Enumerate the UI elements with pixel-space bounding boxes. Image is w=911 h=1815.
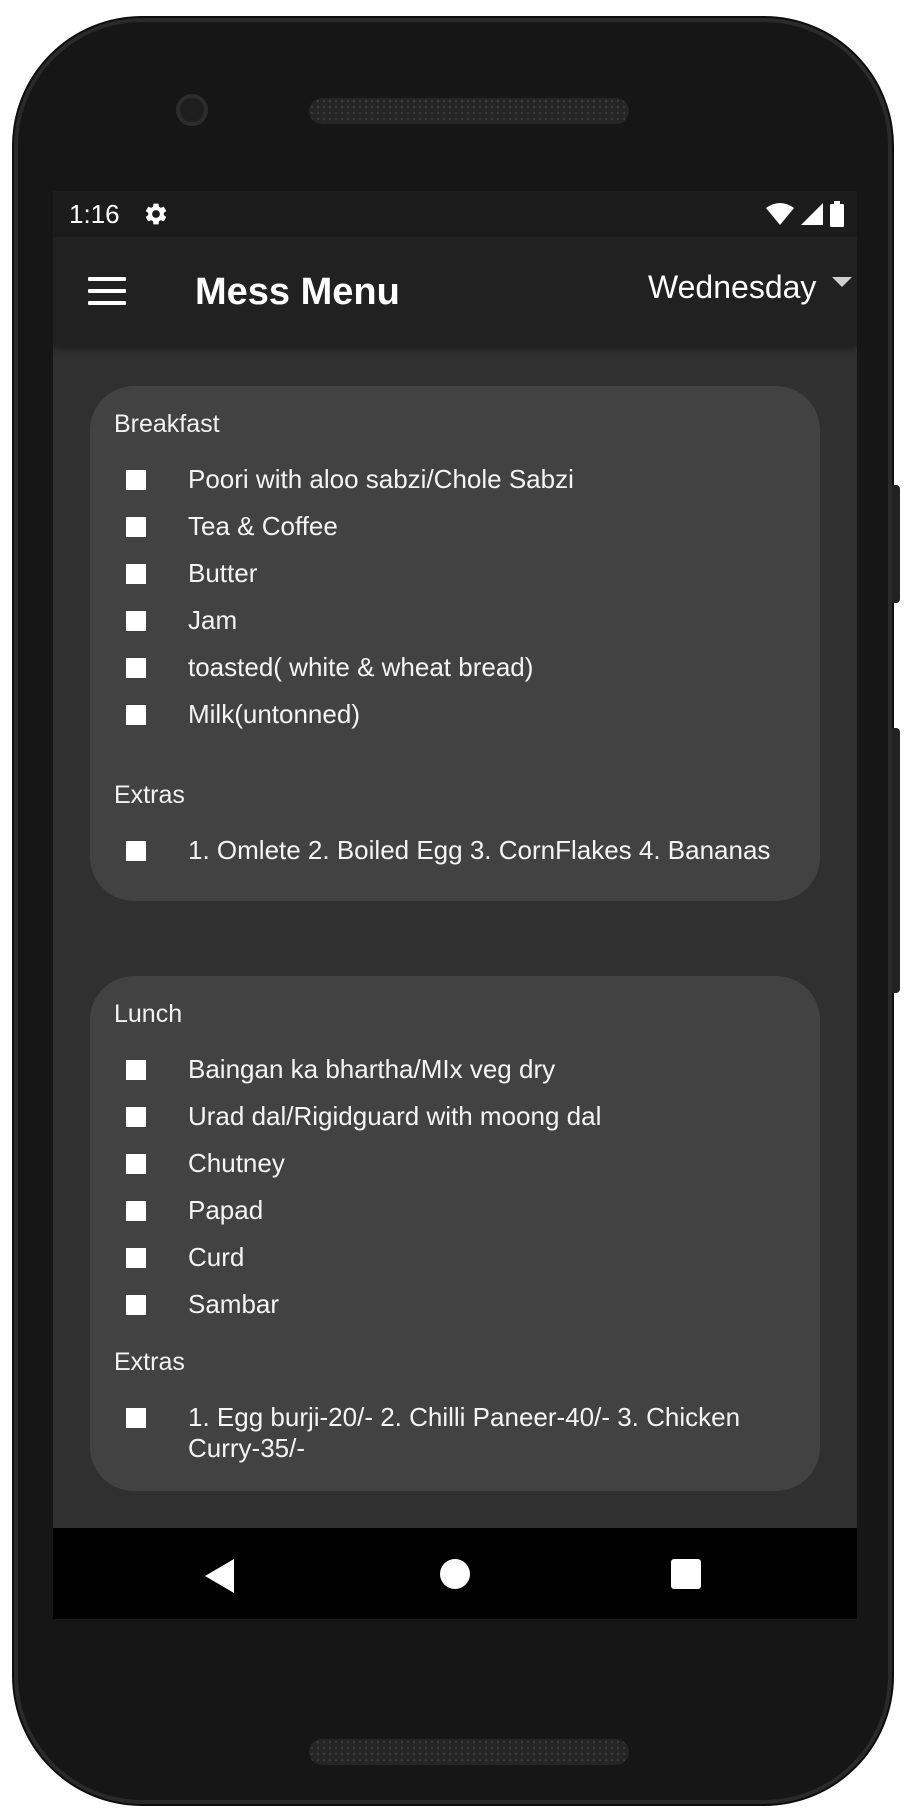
- selected-day: Wednesday: [648, 269, 817, 305]
- status-icons: [765, 200, 845, 228]
- bottom-speaker: [309, 1739, 629, 1765]
- recents-square-icon[interactable]: [671, 1559, 701, 1589]
- menu-item-text: Poori with aloo sabzi/Chole Sabzi: [188, 464, 574, 494]
- back-triangle-icon[interactable]: [205, 1559, 234, 1593]
- app-title: Mess Menu: [195, 271, 400, 313]
- extras-item-text: 1. Egg burji-20/- 2. Chilli Paneer-40/- …: [188, 1402, 741, 1463]
- wifi-icon: [766, 203, 794, 225]
- power-button: [892, 485, 900, 603]
- cell-signal-icon: [801, 203, 823, 225]
- home-circle-icon[interactable]: [440, 1559, 470, 1589]
- checkbox[interactable]: [126, 1060, 146, 1080]
- checkbox[interactable]: [126, 517, 146, 537]
- list-item: 1. Omlete 2. Boiled Egg 3. CornFlakes 4.…: [126, 835, 778, 866]
- checkbox[interactable]: [126, 1107, 146, 1127]
- menu-item-text: Baingan ka bhartha/MIx veg dry: [188, 1054, 556, 1084]
- app-bar: Mess Menu Wednesday: [53, 237, 857, 346]
- lunch-title: Lunch: [114, 1000, 183, 1028]
- checkbox[interactable]: [126, 1154, 146, 1174]
- list-item: Baingan ka bhartha/MIx veg dry: [126, 1054, 778, 1085]
- lunch-extras-title: Extras: [114, 1348, 185, 1376]
- volume-button: [892, 728, 900, 993]
- list-item: toasted( white & wheat bread): [126, 652, 778, 683]
- checkbox[interactable]: [126, 564, 146, 584]
- list-item: Sambar: [126, 1289, 778, 1320]
- checkbox[interactable]: [126, 1408, 146, 1428]
- top-speaker: [309, 98, 629, 124]
- day-dropdown[interactable]: Wednesday: [648, 269, 853, 306]
- battery-icon: [830, 201, 844, 227]
- status-time: 1:16: [69, 199, 120, 229]
- checkbox[interactable]: [126, 658, 146, 678]
- hamburger-menu-icon[interactable]: [88, 277, 126, 305]
- checkbox[interactable]: [126, 1248, 146, 1268]
- list-item: 1. Egg burji-20/- 2. Chilli Paneer-40/- …: [126, 1402, 778, 1464]
- menu-item-text: Milk(untonned): [188, 699, 360, 729]
- list-item: Curd: [126, 1242, 778, 1273]
- system-nav-bar: [53, 1528, 857, 1619]
- breakfast-card: Breakfast Poori with aloo sabzi/Chole Sa…: [90, 386, 820, 901]
- list-item: Chutney: [126, 1148, 778, 1179]
- menu-item-text: Jam: [188, 605, 238, 635]
- list-item: Poori with aloo sabzi/Chole Sabzi: [126, 464, 778, 495]
- checkbox[interactable]: [126, 470, 146, 490]
- breakfast-title: Breakfast: [114, 410, 220, 438]
- list-item: Milk(untonned): [126, 699, 778, 730]
- menu-item-text: Butter: [188, 558, 258, 588]
- checkbox[interactable]: [126, 841, 146, 861]
- breakfast-extras-title: Extras: [114, 781, 185, 809]
- settings-gear-icon: [145, 203, 167, 225]
- checkbox[interactable]: [126, 705, 146, 725]
- list-item: Papad: [126, 1195, 778, 1226]
- front-camera: [176, 94, 208, 126]
- menu-item-text: Curd: [188, 1242, 245, 1272]
- menu-content[interactable]: Breakfast Poori with aloo sabzi/Chole Sa…: [53, 346, 857, 1519]
- menu-item-text: toasted( white & wheat bread): [188, 652, 534, 682]
- menu-item-text: Chutney: [188, 1148, 285, 1178]
- menu-item-text: Tea & Coffee: [188, 511, 338, 541]
- menu-item-text: Papad: [188, 1195, 264, 1225]
- list-item: Jam: [126, 605, 778, 636]
- list-item: Urad dal/Rigidguard with moong dal: [126, 1101, 778, 1132]
- arrow-drop-down-icon: [832, 276, 853, 287]
- list-item: Tea & Coffee: [126, 511, 778, 542]
- menu-item-text: Urad dal/Rigidguard with moong dal: [188, 1101, 602, 1131]
- device-screen: 1:16 Mess Menu Wednesday Breakfast Poori…: [53, 191, 857, 1619]
- checkbox[interactable]: [126, 1201, 146, 1221]
- checkbox[interactable]: [126, 1295, 146, 1315]
- list-item: Butter: [126, 558, 778, 589]
- extras-item-text: 1. Omlete 2. Boiled Egg 3. CornFlakes 4.…: [188, 835, 771, 865]
- menu-item-text: Sambar: [188, 1289, 280, 1319]
- lunch-card: Lunch Baingan ka bhartha/MIx veg dry Ura…: [90, 976, 820, 1491]
- status-bar: 1:16: [53, 191, 857, 237]
- checkbox[interactable]: [126, 611, 146, 631]
